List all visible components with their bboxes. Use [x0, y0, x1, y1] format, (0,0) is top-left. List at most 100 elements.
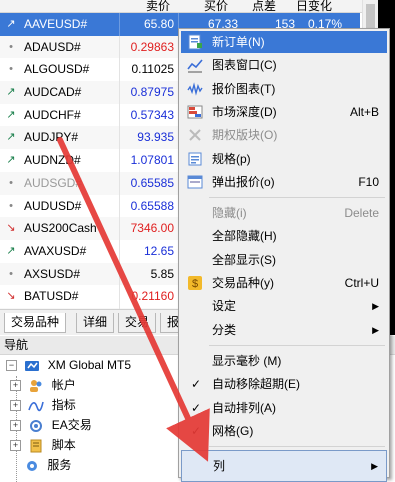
accounts-icon — [30, 379, 42, 392]
menu-separator — [209, 344, 385, 346]
bid-price: 5.85 — [150, 266, 174, 281]
up-arrow-icon: ↗ — [6, 131, 16, 144]
menu-item-label: 规格(p) — [212, 151, 251, 166]
tab-symbols[interactable]: 交易品种 — [4, 313, 67, 333]
menu-item-8[interactable]: 全部隐藏(H) — [181, 225, 387, 247]
bid-price: 93.935 — [137, 130, 174, 145]
expand-icon[interactable]: + — [10, 400, 21, 412]
bid-price: 7346.00 — [130, 221, 174, 236]
checkmark-icon: ✓ — [191, 423, 202, 438]
tree-item-label: 服务 — [47, 458, 72, 472]
menu-item-11[interactable]: 设定 ▶ — [181, 295, 387, 317]
down-arrow-icon: ↘ — [6, 222, 16, 235]
checkmark-icon: ✓ — [191, 377, 202, 392]
symbol-name: AUDNZD# — [24, 153, 81, 168]
bid-price: 12.65 — [143, 243, 174, 258]
expand-icon[interactable]: + — [10, 440, 21, 452]
expand-icon[interactable]: + — [10, 380, 21, 392]
menu-item-4: 期权版块(O) — [181, 124, 387, 146]
menu-item-9[interactable]: 全部显示(S) — [181, 249, 387, 271]
menu-shortcut: Ctrl+U — [344, 276, 379, 290]
menu-item-5[interactable]: 规格(p) — [181, 148, 387, 170]
menu-item-label: 全部隐藏(H) — [212, 229, 277, 244]
tree-item-accounts[interactable]: + 帐户 — [10, 375, 76, 395]
menu-item-label: 网格(G) — [212, 423, 254, 438]
scripts-icon — [30, 439, 42, 453]
menu-item-14[interactable]: ✓ 自动移除超期(E) — [181, 373, 387, 395]
experts-icon — [30, 419, 43, 432]
dot-icon: • — [9, 40, 13, 53]
menu-item-16[interactable]: ✓ 网格(G) — [181, 420, 387, 442]
tree-item-services[interactable]: 服务 — [24, 455, 71, 475]
menu-item-13[interactable]: 显示毫秒 (M) — [181, 350, 387, 372]
menu-item-6[interactable]: 弹出报价(o) F10 — [181, 171, 387, 193]
menu-shortcut: Alt+B — [349, 104, 379, 119]
menu-item-label: 隐藏(i) — [212, 206, 247, 221]
column-header-bid[interactable]: 卖价 — [146, 0, 170, 14]
menu-item-label: 图表窗口(C) — [212, 58, 277, 73]
symbol-name: BATUSD# — [24, 289, 79, 304]
up-arrow-icon: ↗ — [6, 108, 16, 121]
tree-item-label: 指标 — [51, 398, 76, 412]
symbol-name: AVAXUSD# — [24, 243, 87, 258]
tree-root[interactable]: − XM Global MT5 — [6, 355, 131, 375]
menu-item-label: 分类 — [212, 322, 237, 337]
menu-shortcut: F10 — [358, 174, 379, 189]
column-header-daily-change[interactable]: 日变化 — [296, 0, 332, 14]
tree-item-label: 帐户 — [51, 378, 76, 392]
menu-item-15[interactable]: ✓ 自动排列(A) — [181, 397, 387, 419]
tree-root-label: XM Global MT5 — [47, 358, 132, 372]
symbol-name: AUDJPY# — [24, 130, 79, 145]
market-depth-icon — [187, 104, 203, 120]
symbol-name: AUDSGD# — [24, 175, 83, 190]
symbol-name: AXSUSD# — [24, 266, 81, 281]
menu-separator — [209, 197, 385, 199]
menu-item-label: 自动排列(A) — [212, 400, 276, 415]
tick-chart-icon — [187, 81, 203, 97]
up-arrow-icon: ↗ — [6, 154, 16, 167]
menu-item-2[interactable]: 报价图表(T) — [181, 78, 387, 100]
menu-item-3[interactable]: 市场深度(D) Alt+B — [181, 101, 387, 123]
bid-price: 1.07801 — [130, 153, 174, 168]
tree-item-label: EA交易 — [51, 418, 92, 432]
menu-separator — [209, 446, 385, 448]
svg-text:$: $ — [192, 278, 198, 290]
tree-item-indicators[interactable]: + 指标 — [10, 395, 76, 415]
chart-window-icon — [187, 57, 203, 73]
submenu-arrow-icon: ▶ — [372, 301, 379, 312]
column-header-ask[interactable]: 买价 — [204, 0, 228, 14]
tab-trading[interactable]: 交易 — [118, 313, 157, 333]
popup-prices-icon — [187, 174, 203, 190]
services-icon — [27, 460, 37, 471]
bid-price: 0.57343 — [130, 107, 174, 122]
menu-item-17[interactable]: 列 ▶ — [181, 450, 387, 482]
dot-icon: • — [9, 267, 13, 280]
bid-price: 0.29863 — [130, 39, 174, 54]
menu-item-0[interactable]: 新订单(N) — [181, 31, 387, 53]
tree-item-experts[interactable]: + EA交易 — [10, 415, 92, 435]
menu-item-label: 新订单(N) — [212, 35, 265, 49]
column-header-spread[interactable]: 点差 — [252, 0, 276, 14]
menu-item-label: 列 — [213, 459, 226, 474]
menu-item-label: 交易品种(y) — [212, 276, 274, 290]
symbol-name: AUDUSD# — [24, 198, 82, 213]
expand-icon[interactable]: + — [10, 420, 21, 432]
tree-item-scripts[interactable]: + 脚本 — [10, 435, 76, 455]
bid-price: 0.11025 — [131, 62, 175, 77]
symbol-name: AUDCHF# — [24, 107, 81, 122]
dot-icon: • — [9, 63, 13, 76]
menu-item-label: 市场深度(D) — [212, 104, 277, 119]
symbols-icon: $ — [187, 275, 203, 291]
menu-item-1[interactable]: 图表窗口(C) — [181, 54, 387, 76]
bid-price: 0.21160 — [131, 289, 175, 304]
menu-item-label: 自动移除超期(E) — [212, 377, 300, 392]
submenu-arrow-icon: ▶ — [372, 324, 379, 335]
checkmark-icon: ✓ — [191, 400, 202, 415]
tab-details[interactable]: 详细 — [76, 313, 115, 333]
submenu-arrow-icon: ▶ — [371, 461, 378, 472]
collapse-icon[interactable]: − — [6, 360, 17, 372]
new-order-icon — [187, 34, 203, 50]
menu-item-7: 隐藏(i) Delete — [181, 202, 387, 224]
menu-item-10[interactable]: $ 交易品种(y) Ctrl+U — [181, 272, 387, 294]
menu-item-12[interactable]: 分类 ▶ — [181, 319, 387, 341]
